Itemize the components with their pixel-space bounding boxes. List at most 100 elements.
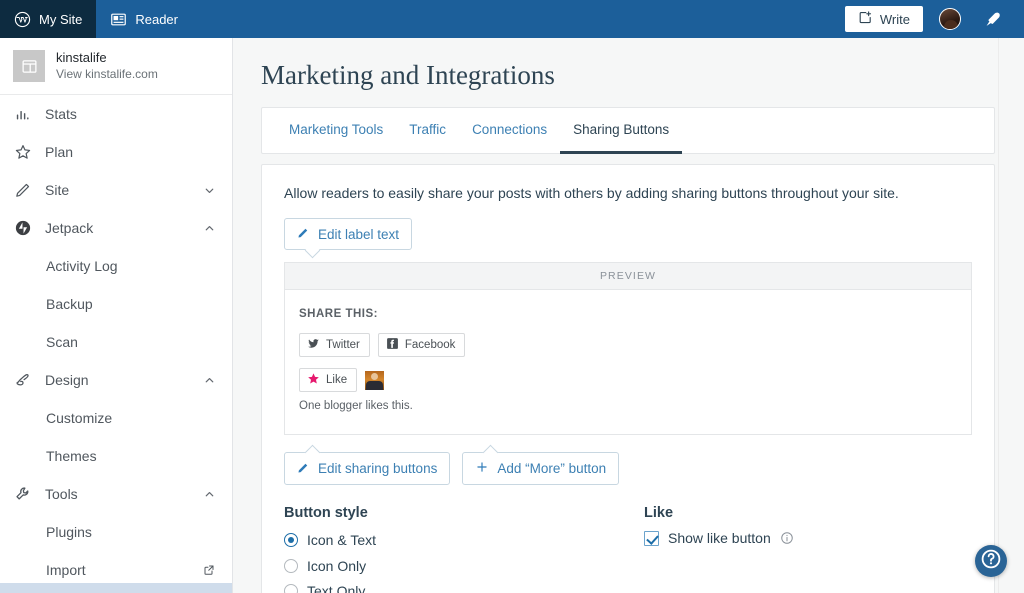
preview-button-label: Facebook <box>405 339 456 351</box>
sidebar-item-label: Customize <box>46 410 216 426</box>
radio-icon-and-text[interactable]: Icon & Text <box>284 530 644 551</box>
sidebar-item-plan[interactable]: Plan <box>0 133 232 171</box>
sidebar: kinstalife View kinstalife.com Stats Pla… <box>0 38 233 593</box>
add-more-button-label: Add “More” button <box>497 461 606 476</box>
tab-label: Connections <box>472 122 547 137</box>
preview-button-label: Twitter <box>326 339 360 351</box>
write-post-icon <box>858 10 873 28</box>
radio-indicator[interactable] <box>284 533 298 547</box>
sharing-buttons-panel: Allow readers to easily share your posts… <box>261 164 995 593</box>
sidebar-item-label: Plugins <box>46 524 216 540</box>
sidebar-site-texts: kinstalife View kinstalife.com <box>56 50 158 82</box>
masterbar-item-my-site[interactable]: My Site <box>0 0 96 38</box>
sidebar-item-customize[interactable]: Customize <box>0 399 232 437</box>
radio-label: Text Only <box>307 583 365 593</box>
star-icon <box>14 143 38 161</box>
sidebar-bottom-band <box>0 583 233 593</box>
masterbar: My Site Reader Write <box>0 0 1024 38</box>
external-link-icon <box>202 564 216 576</box>
radio-label: Icon & Text <box>307 532 376 548</box>
sidebar-item-label: Scan <box>46 334 216 350</box>
sidebar-item-label: Import <box>46 562 202 578</box>
right-gutter <box>998 38 1024 593</box>
stats-bars-icon <box>14 106 38 123</box>
page-title: Marketing and Integrations <box>261 60 1024 91</box>
chevron-down-icon <box>202 184 216 197</box>
masterbar-reader-label: Reader <box>135 12 178 27</box>
edit-label-text-label: Edit label text <box>318 227 399 242</box>
radio-indicator[interactable] <box>284 559 298 573</box>
info-icon[interactable] <box>780 531 794 545</box>
like-section: Like Show like button <box>644 505 944 593</box>
jetpack-icon <box>14 219 38 237</box>
tab-label: Marketing Tools <box>289 122 383 137</box>
edit-buttons-row: Edit sharing buttons Add “More” button <box>262 435 994 485</box>
tab-sharing-buttons[interactable]: Sharing Buttons <box>560 108 682 154</box>
wordpress-logo-icon <box>14 11 31 28</box>
sidebar-item-label: Site <box>38 182 202 198</box>
edit-label-text-wrap: Edit label text <box>262 204 994 250</box>
radio-icon-only[interactable]: Icon Only <box>284 556 644 577</box>
sidebar-item-site[interactable]: Site <box>0 171 232 209</box>
edit-label-text-button[interactable]: Edit label text <box>284 218 412 250</box>
share-this-label: SHARE THIS: <box>299 308 971 320</box>
preview-like-label: Like <box>326 374 347 386</box>
callout-pointer <box>483 444 499 460</box>
add-more-button[interactable]: Add “More” button <box>462 452 619 485</box>
pencil-icon <box>297 226 310 242</box>
sharing-preview: PREVIEW SHARE THIS: Twitter <box>284 262 972 435</box>
sidebar-item-themes[interactable]: Themes <box>0 437 232 475</box>
radio-text-only[interactable]: Text Only <box>284 581 644 593</box>
show-like-button-label: Show like button <box>668 530 771 546</box>
sidebar-site-info[interactable]: kinstalife View kinstalife.com <box>0 38 232 95</box>
design-brush-icon <box>14 371 38 389</box>
site-thumbnail-icon <box>13 50 45 82</box>
preview-share-buttons-row: Twitter Facebook <box>299 333 971 357</box>
pencil-icon <box>297 461 310 477</box>
wrench-icon <box>14 485 38 503</box>
likes-note: One blogger likes this. <box>299 400 971 412</box>
sidebar-item-stats[interactable]: Stats <box>0 95 232 133</box>
button-style-section: Button style Icon & Text Icon Only Text … <box>284 505 644 593</box>
radio-indicator[interactable] <box>284 584 298 593</box>
pencil-icon <box>14 182 38 199</box>
edit-sharing-buttons-button[interactable]: Edit sharing buttons <box>284 452 450 485</box>
tab-connections[interactable]: Connections <box>459 108 560 154</box>
sidebar-item-jetpack[interactable]: Jetpack <box>0 209 232 247</box>
sidebar-item-label: Activity Log <box>46 258 216 274</box>
sidebar-item-label: Stats <box>38 106 216 122</box>
checkbox-indicator[interactable] <box>644 531 659 546</box>
sidebar-item-label: Jetpack <box>38 220 202 236</box>
write-button[interactable]: Write <box>845 6 923 32</box>
preview-body: SHARE THIS: Twitter <box>285 290 971 434</box>
help-button[interactable] <box>975 545 1007 577</box>
chevron-up-icon <box>202 488 216 501</box>
preview-twitter-button[interactable]: Twitter <box>299 333 370 357</box>
avatar[interactable] <box>939 8 961 30</box>
liker-avatar-icon[interactable] <box>365 371 384 390</box>
sidebar-item-label: Backup <box>46 296 216 312</box>
sidebar-item-label: Plan <box>38 144 216 160</box>
sidebar-item-design[interactable]: Design <box>0 361 232 399</box>
chevron-up-icon <box>202 222 216 235</box>
sidebar-item-plugins[interactable]: Plugins <box>0 513 232 551</box>
sidebar-item-tools[interactable]: Tools <box>0 475 232 513</box>
notification-bell-icon[interactable] <box>983 10 1002 29</box>
tab-traffic[interactable]: Traffic <box>396 108 459 154</box>
preview-like-button[interactable]: Like <box>299 368 357 392</box>
sidebar-item-scan[interactable]: Scan <box>0 323 232 361</box>
sidebar-item-activity-log[interactable]: Activity Log <box>0 247 232 285</box>
tab-marketing-tools[interactable]: Marketing Tools <box>276 108 396 154</box>
preview-like-row: Like <box>299 368 971 392</box>
tab-label: Traffic <box>409 122 446 137</box>
options-row: Button style Icon & Text Icon Only Text … <box>262 485 994 593</box>
like-heading: Like <box>644 505 944 521</box>
edit-sharing-buttons-label: Edit sharing buttons <box>318 461 437 476</box>
show-like-button-checkbox-row[interactable]: Show like button <box>644 530 944 546</box>
sidebar-item-backup[interactable]: Backup <box>0 285 232 323</box>
chevron-up-icon <box>202 374 216 387</box>
masterbar-item-reader[interactable]: Reader <box>96 0 192 38</box>
tab-bar: Marketing Tools Traffic Connections Shar… <box>261 107 995 154</box>
sidebar-site-title: kinstalife <box>56 50 158 66</box>
preview-facebook-button[interactable]: Facebook <box>378 333 466 357</box>
